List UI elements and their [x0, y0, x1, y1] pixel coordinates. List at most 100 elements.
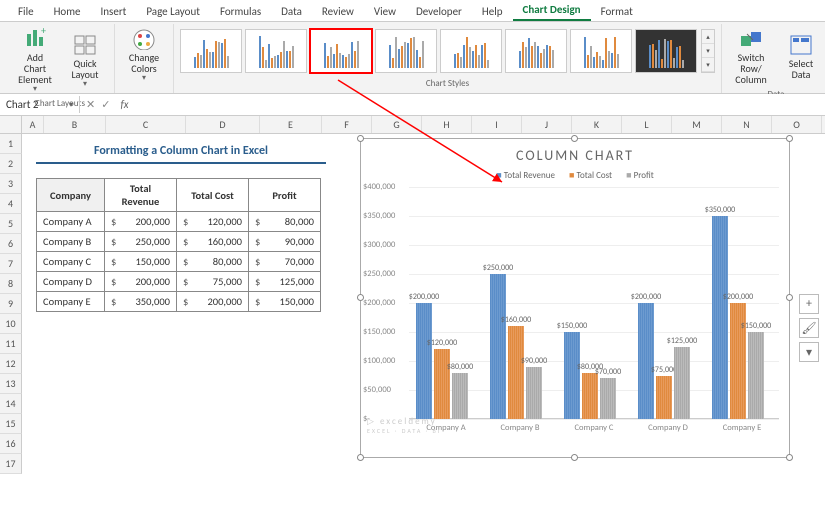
row-header[interactable]: 14 — [0, 394, 22, 414]
row-header[interactable]: 12 — [0, 354, 22, 374]
chart-style-thumb[interactable] — [570, 29, 632, 73]
resize-handle[interactable] — [786, 454, 793, 461]
tab-chart-design[interactable]: Chart Design — [513, 0, 591, 21]
resize-handle[interactable] — [571, 135, 578, 142]
row-header[interactable]: 1 — [0, 134, 22, 154]
plot-area[interactable]: $-$50,000$100,000$150,000$200,000$250,00… — [409, 187, 779, 437]
column-header[interactable]: M — [672, 116, 722, 133]
chart-bar[interactable]: $80,000 — [452, 373, 468, 419]
chart-title[interactable]: COLUMN CHART — [361, 139, 789, 168]
column-header[interactable]: K — [572, 116, 622, 133]
column-header[interactable]: I — [472, 116, 522, 133]
column-header[interactable]: A — [22, 116, 44, 133]
cells-area[interactable]: Formatting a Column Chart in Excel Compa… — [22, 134, 825, 474]
chart-object[interactable]: COLUMN CHART Total Revenue Total Cost Pr… — [360, 138, 790, 458]
select-all-corner[interactable] — [0, 116, 22, 133]
cell-profit[interactable]: $70,000 — [249, 252, 321, 272]
chart-bar[interactable]: $120,000 — [434, 349, 450, 419]
name-box[interactable]: Chart 2 ▾ — [0, 96, 80, 113]
column-header[interactable]: J — [522, 116, 572, 133]
tab-format[interactable]: Format — [591, 2, 643, 21]
formula-input[interactable] — [139, 94, 825, 115]
resize-handle[interactable] — [357, 454, 364, 461]
chart-elements-button[interactable]: + — [799, 294, 819, 314]
chart-style-thumb[interactable] — [245, 29, 307, 73]
column-header[interactable]: F — [322, 116, 372, 133]
chart-bar[interactable]: $75,000 — [656, 376, 672, 420]
chart-styles-more[interactable]: ▴▾▾ — [701, 29, 715, 73]
row-header[interactable]: 17 — [0, 454, 22, 474]
resize-handle[interactable] — [786, 294, 793, 301]
cell-cost[interactable]: $120,000 — [177, 212, 249, 232]
row-header[interactable]: 8 — [0, 274, 22, 294]
row-header[interactable]: 10 — [0, 314, 22, 334]
tab-data[interactable]: Data — [271, 2, 312, 21]
cell-company[interactable]: Company B — [37, 232, 105, 252]
column-header[interactable]: O — [772, 116, 822, 133]
column-header[interactable]: H — [422, 116, 472, 133]
chart-bar[interactable]: $150,000 — [564, 332, 580, 419]
resize-handle[interactable] — [571, 454, 578, 461]
column-header[interactable]: E — [260, 116, 322, 133]
chart-style-thumb[interactable] — [505, 29, 567, 73]
chart-bar[interactable]: $350,000 — [712, 216, 728, 419]
chart-style-thumb[interactable] — [635, 29, 697, 73]
cell-company[interactable]: Company A — [37, 212, 105, 232]
cell-revenue[interactable]: $200,000 — [105, 212, 177, 232]
cell-revenue[interactable]: $250,000 — [105, 232, 177, 252]
cell-profit[interactable]: $80,000 — [249, 212, 321, 232]
chart-bar[interactable]: $250,000 — [490, 274, 506, 419]
column-header[interactable]: C — [106, 116, 186, 133]
tab-formulas[interactable]: Formulas — [210, 2, 271, 21]
name-box-dropdown[interactable]: ▾ — [69, 100, 73, 110]
cell-profit[interactable]: $90,000 — [249, 232, 321, 252]
column-header[interactable]: B — [44, 116, 106, 133]
cell-cost[interactable]: $200,000 — [177, 292, 249, 312]
tab-file[interactable]: File — [8, 2, 44, 21]
chart-filters-button[interactable]: ▾ — [799, 342, 819, 362]
row-header[interactable]: 16 — [0, 434, 22, 454]
cell-revenue[interactable]: $150,000 — [105, 252, 177, 272]
cell-company[interactable]: Company D — [37, 272, 105, 292]
row-header[interactable]: 3 — [0, 174, 22, 194]
chart-styles-button[interactable]: 🖌 — [799, 318, 819, 338]
add-chart-element-button[interactable]: + Add Chart Element▾ — [12, 26, 58, 96]
cell-cost[interactable]: $160,000 — [177, 232, 249, 252]
cell-profit[interactable]: $125,000 — [249, 272, 321, 292]
chart-bar[interactable]: $80,000 — [582, 373, 598, 419]
tab-developer[interactable]: Developer — [406, 2, 472, 21]
switch-row-column-button[interactable]: Switch Row/ Column — [728, 26, 774, 87]
chart-bar[interactable]: $200,000 — [416, 303, 432, 419]
cell-revenue[interactable]: $200,000 — [105, 272, 177, 292]
resize-handle[interactable] — [357, 135, 364, 142]
tab-view[interactable]: View — [364, 2, 406, 21]
fx-label[interactable]: fx — [116, 98, 132, 111]
chart-legend[interactable]: Total Revenue Total Cost Profit — [361, 168, 789, 187]
chart-bar[interactable]: $125,000 — [674, 347, 690, 420]
column-header[interactable]: G — [372, 116, 422, 133]
row-header[interactable]: 13 — [0, 374, 22, 394]
cancel-button[interactable]: ✕ — [86, 98, 95, 111]
row-header[interactable]: 15 — [0, 414, 22, 434]
resize-handle[interactable] — [786, 135, 793, 142]
row-header[interactable]: 2 — [0, 154, 22, 174]
change-colors-button[interactable]: Change Colors▾ — [121, 26, 167, 85]
enter-button[interactable]: ✓ — [101, 98, 110, 111]
chart-style-thumb[interactable] — [440, 29, 502, 73]
quick-layout-button[interactable]: Quick Layout▾ — [62, 32, 108, 91]
cell-company[interactable]: Company E — [37, 292, 105, 312]
cell-profit[interactable]: $150,000 — [249, 292, 321, 312]
cell-revenue[interactable]: $350,000 — [105, 292, 177, 312]
tab-home[interactable]: Home — [44, 2, 91, 21]
row-header[interactable]: 4 — [0, 194, 22, 214]
select-data-button[interactable]: Select Data — [778, 32, 824, 82]
row-header[interactable]: 6 — [0, 234, 22, 254]
tab-review[interactable]: Review — [312, 2, 364, 21]
chart-bar[interactable]: $160,000 — [508, 326, 524, 419]
cell-cost[interactable]: $75,000 — [177, 272, 249, 292]
chart-bar[interactable]: $90,000 — [526, 367, 542, 419]
column-header[interactable]: L — [622, 116, 672, 133]
cell-cost[interactable]: $80,000 — [177, 252, 249, 272]
row-header[interactable]: 9 — [0, 294, 22, 314]
chart-bar[interactable]: $150,000 — [748, 332, 764, 419]
